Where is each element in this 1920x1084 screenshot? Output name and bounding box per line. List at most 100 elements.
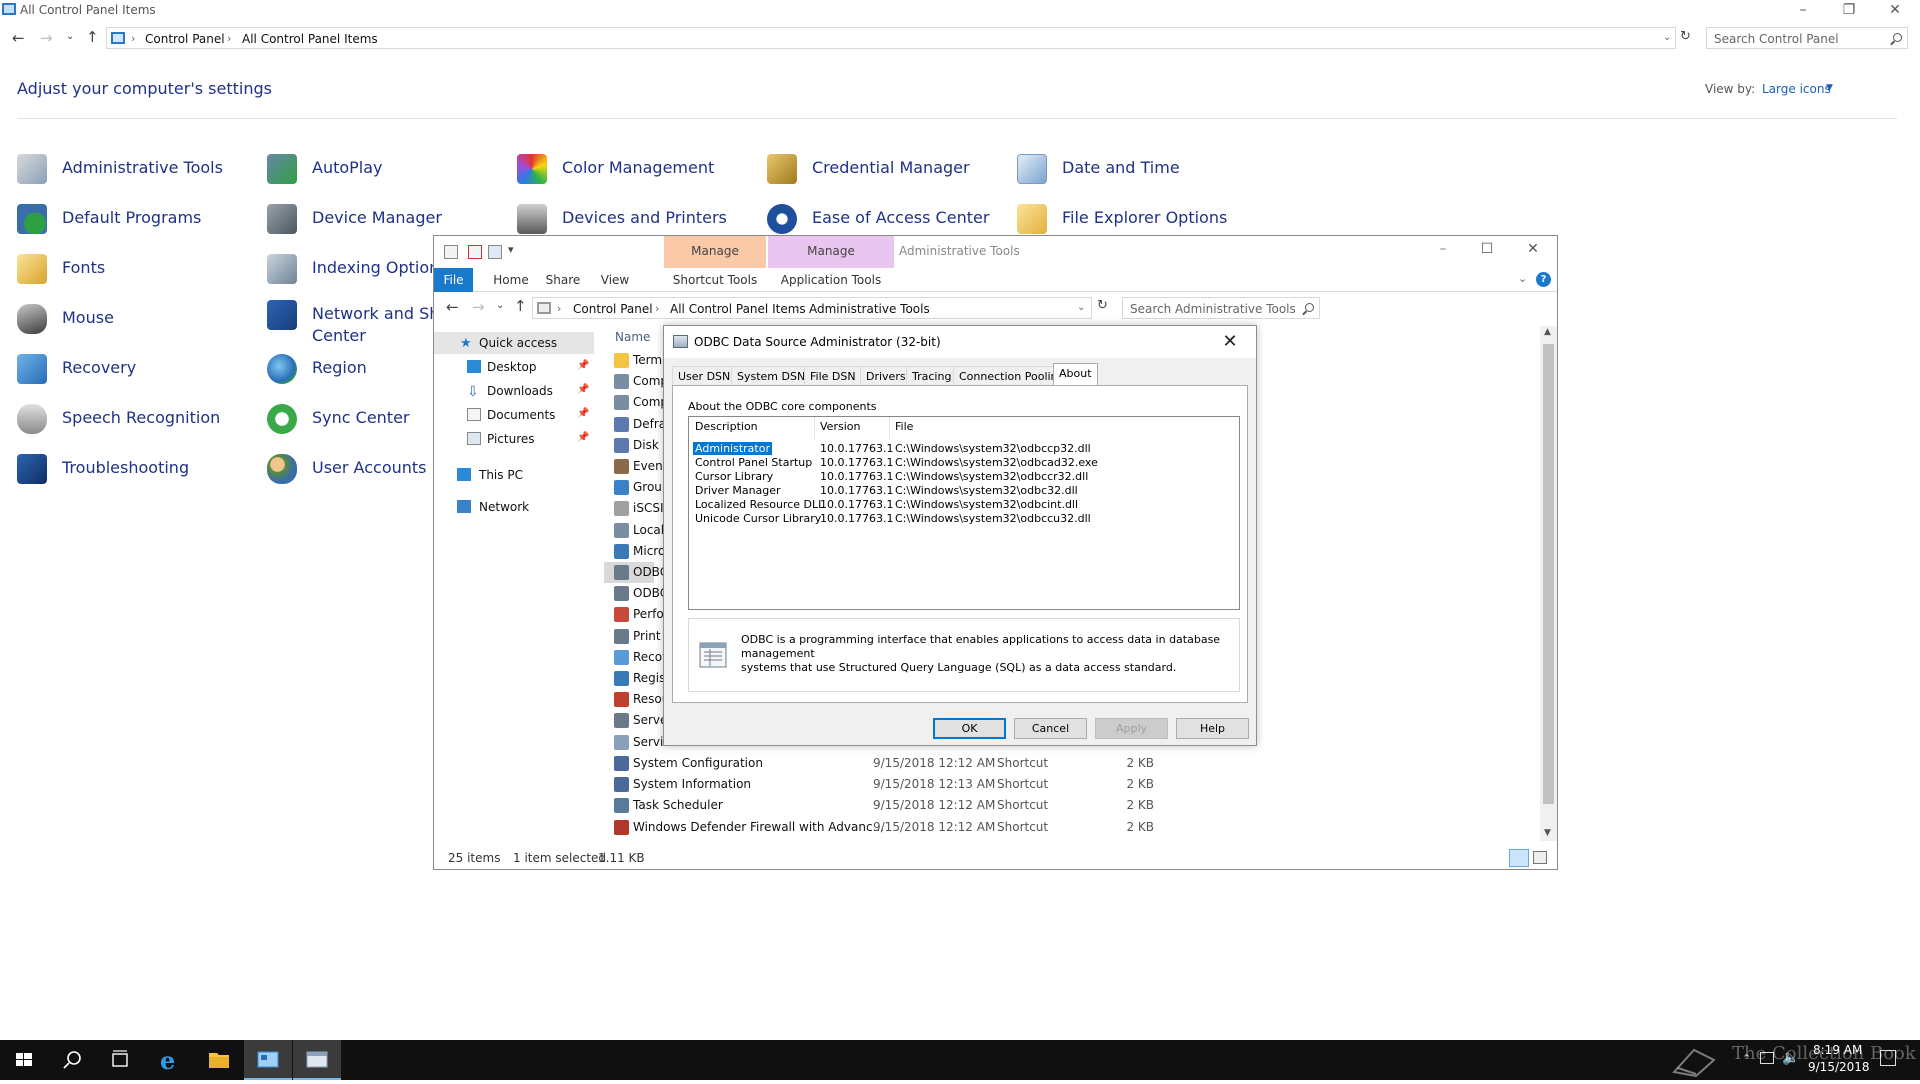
nav-downloads[interactable]: ⇩ Downloads 📌 [434,380,594,402]
file-row[interactable]: Services [604,732,684,753]
apply-button[interactable]: Apply [1095,718,1168,739]
column-header-file[interactable]: File [895,420,913,433]
properties-icon[interactable] [444,245,458,259]
cp-item-mouse[interactable]: Mouse [17,300,247,340]
explorer-minimize-button[interactable]: – [1420,239,1466,261]
minimize-button[interactable]: – [1780,0,1826,22]
file-row[interactable]: System Information 9/15/2018 12:13 AM Shor… [604,774,1504,795]
tab-shortcut-tools[interactable]: Shortcut Tools [664,268,766,292]
components-list[interactable]: Description Version File Administrator 10… [688,416,1240,610]
help-icon[interactable]: ? [1536,272,1551,287]
tab-about[interactable]: About [1053,363,1098,386]
cp-item-recovery[interactable]: Recovery [17,350,247,390]
explorer-breadcrumb-control-panel[interactable]: Control Panel [573,302,653,316]
nav-pictures[interactable]: Pictures 📌 [434,428,594,450]
nav-quick-access[interactable]: ★ Quick access [434,332,594,354]
file-row[interactable]: System Configuration 9/15/2018 12:12 AM Sh… [604,753,1504,774]
file-row[interactable]: ODBC [604,562,668,583]
scrollbar-thumb[interactable] [1543,344,1554,804]
explorer-search-icon[interactable] [1305,303,1314,312]
cp-item-color-management[interactable]: Color Management [517,150,757,190]
cp-item-user-accounts[interactable]: User Accounts [267,450,437,490]
file-row[interactable]: Resou [604,689,669,710]
recent-locations-chevron-icon[interactable]: ⌄ [66,31,74,42]
close-button[interactable]: ✕ [1872,0,1918,22]
explorer-address-bar[interactable]: › Control Panel › All Control Panel Item… [532,297,1092,319]
column-header-description[interactable]: Description [695,420,758,433]
customize-toolbar-chevron-icon[interactable]: ▾ [508,243,514,256]
details-view-icon[interactable] [1509,849,1529,867]
search-icon[interactable] [1893,33,1902,42]
context-tab-manage-application[interactable]: Manage [768,236,894,268]
tab-file-dsn[interactable]: File DSN [804,366,862,386]
explorer-breadcrumb-all-items[interactable]: All Control Panel Items [670,302,806,316]
check-icon[interactable] [468,245,482,259]
search-taskbar-button[interactable] [48,1040,96,1080]
explorer-maximize-button[interactable]: ☐ [1464,239,1510,261]
cp-item-date-and-time[interactable]: Date and Time [1017,150,1247,190]
new-folder-icon[interactable] [488,245,502,259]
cp-item-credential-manager[interactable]: Credential Manager [767,150,1007,190]
context-tab-manage-shortcut[interactable]: Manage [664,236,766,268]
file-row[interactable]: Task Scheduler 9/15/2018 12:12 AM Shortcut… [604,795,1504,816]
pin-icon[interactable]: 📌 [577,432,589,443]
up-arrow-icon[interactable]: ↑ [86,28,99,46]
explorer-recent-chevron-icon[interactable]: ⌄ [496,300,504,311]
column-header-name[interactable]: Name [615,330,650,344]
back-arrow-icon[interactable]: ← [12,29,25,47]
refresh-icon[interactable]: ↻ [1680,29,1691,44]
task-view-button[interactable] [96,1040,144,1080]
file-row[interactable]: Perfor [604,604,669,625]
scroll-up-icon[interactable]: ▲ [1544,327,1551,337]
tab-user-dsn[interactable]: User DSN [672,366,737,386]
ribbon-expand-chevron-icon[interactable]: ⌄ [1518,272,1527,285]
view-by-dropdown[interactable]: Large icons [1762,82,1831,96]
cp-item-indexing-options[interactable]: Indexing Options [267,250,448,290]
tab-share[interactable]: Share [538,268,588,292]
tab-drivers[interactable]: Drivers [860,366,912,386]
explorer-forward-arrow-icon[interactable]: → [472,298,485,316]
cp-item-network-sharing-center[interactable]: Network and Sha Center [267,296,449,345]
scroll-down-icon[interactable]: ▼ [1544,828,1551,838]
explorer-breadcrumb-admin-tools[interactable]: Administrative Tools [809,302,930,316]
file-row[interactable]: ODBC [604,583,668,604]
explorer-refresh-icon[interactable]: ↻ [1097,298,1108,313]
explorer-up-arrow-icon[interactable]: ↑ [514,297,527,315]
cp-item-devices-and-printers[interactable]: Devices and Printers [517,200,757,240]
help-button[interactable]: Help [1176,718,1249,739]
column-divider[interactable] [889,417,890,439]
file-row[interactable]: Defra [604,414,666,435]
file-row[interactable]: Comp [604,392,668,413]
nav-desktop[interactable]: Desktop 📌 [434,356,594,378]
large-icons-view-icon[interactable] [1533,851,1547,864]
file-row[interactable]: Group [604,477,670,498]
tab-home[interactable]: Home [486,268,536,292]
internet-explorer-button[interactable]: e [146,1040,194,1080]
control-panel-search-input[interactable]: Search Control Panel [1706,27,1908,49]
file-explorer-button[interactable] [195,1040,243,1080]
cp-item-device-manager[interactable]: Device Manager [267,200,497,240]
odbc-close-button[interactable]: ✕ [1212,330,1248,354]
file-list-scrollbar[interactable]: ▲ ▼ [1540,326,1557,841]
nav-documents[interactable]: Documents 📌 [434,404,594,426]
cp-item-file-explorer-options[interactable]: File Explorer Options [1017,200,1247,240]
column-divider[interactable] [814,417,815,439]
file-row[interactable]: Termi [604,350,665,371]
cp-item-sync-center[interactable]: Sync Center [267,400,437,440]
cp-item-troubleshooting[interactable]: Troubleshooting [17,450,247,490]
file-row[interactable]: Comp [604,371,668,392]
cancel-button[interactable]: Cancel [1014,718,1087,739]
breadcrumb-control-panel[interactable]: Control Panel [145,32,225,46]
nav-network[interactable]: Network [434,496,594,518]
file-row[interactable]: iSCSI I [604,498,671,519]
explorer-search-input[interactable]: Search Administrative Tools [1122,297,1320,319]
odbc-taskbar-button[interactable] [293,1040,341,1080]
explorer-close-button[interactable]: ✕ [1510,239,1556,261]
file-row[interactable]: Event [604,456,667,477]
cp-item-region[interactable]: Region [267,350,437,390]
cp-item-ease-of-access[interactable]: Ease of Access Center [767,200,1007,240]
ok-button[interactable]: OK [933,718,1006,739]
explorer-back-arrow-icon[interactable]: ← [446,298,459,316]
file-row[interactable]: Print M [604,626,675,647]
file-row[interactable]: Recov [604,647,669,668]
